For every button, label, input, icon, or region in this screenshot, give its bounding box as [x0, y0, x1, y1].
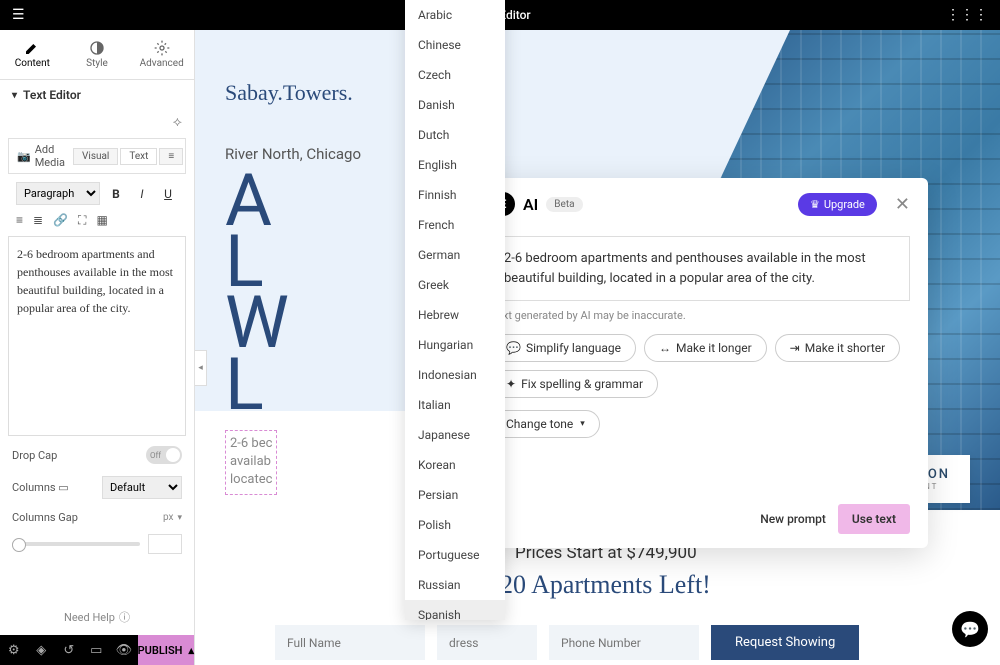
ai-text-output[interactable]: 2-6 bedroom apartments and penthouses av… — [491, 236, 910, 301]
change-tone-dropdown[interactable]: Change tone — [491, 410, 600, 438]
chat-icon[interactable]: 💬 — [952, 611, 988, 647]
language-option[interactable]: Polish — [405, 510, 505, 540]
make-shorter-pill[interactable]: ⇥ Make it shorter — [775, 334, 901, 362]
language-option[interactable]: Arabic — [405, 0, 505, 30]
phone-input[interactable] — [549, 625, 699, 660]
columns-select[interactable]: Default — [102, 476, 182, 499]
more-icon[interactable]: ▦ — [96, 213, 107, 228]
gap-slider[interactable] — [12, 542, 140, 546]
beta-badge: Beta — [546, 197, 582, 212]
list-ul-icon[interactable]: ≡ — [16, 213, 23, 228]
language-option[interactable]: Danish — [405, 90, 505, 120]
brand-title: Sabay.Towers. — [225, 80, 353, 106]
hero-text: ALWL — [225, 170, 285, 415]
pencil-icon — [24, 40, 40, 56]
preview-icon[interactable]: 👁 — [110, 635, 138, 665]
collapse-panel-button[interactable]: ◂ — [195, 350, 207, 386]
responsive-icon[interactable]: ▭ — [83, 635, 111, 665]
language-option[interactable]: Indonesian — [405, 360, 505, 390]
text-editor-body[interactable]: 2-6 bedroom apartments and penthouses av… — [8, 236, 186, 436]
language-list[interactable]: ArabicChineseCzechDanishDutchEnglishFinn… — [405, 0, 505, 620]
navigator-icon[interactable]: ◈ — [28, 635, 56, 665]
tab-content[interactable]: Content — [0, 30, 65, 79]
language-option[interactable]: Italian — [405, 390, 505, 420]
address-input[interactable] — [437, 625, 537, 660]
language-option[interactable]: Japanese — [405, 420, 505, 450]
columns-label: Columns ▭ — [12, 481, 102, 494]
gear-icon — [154, 40, 170, 56]
gap-value-input[interactable] — [148, 534, 182, 554]
italic-button[interactable]: I — [132, 187, 152, 201]
new-prompt-button[interactable]: New prompt — [760, 512, 826, 526]
text-tab[interactable]: Text — [120, 148, 157, 165]
visual-tab[interactable]: Visual — [73, 148, 118, 165]
dropcap-toggle[interactable]: Off — [146, 446, 182, 464]
bold-button[interactable]: B — [106, 187, 126, 201]
close-icon[interactable]: ✕ — [895, 194, 910, 215]
need-help-link[interactable]: Need Help ⓘ — [0, 599, 194, 635]
language-option[interactable]: English — [405, 150, 505, 180]
link-icon[interactable]: 🔗 — [53, 213, 68, 228]
paragraph-select[interactable]: Paragraph — [16, 182, 100, 205]
unit-label[interactable]: px — [163, 512, 174, 523]
history-icon[interactable]: ↺ — [55, 635, 83, 665]
language-option[interactable]: Dutch — [405, 120, 505, 150]
publish-button[interactable]: PUBLISH ▴ — [138, 635, 194, 665]
use-text-button[interactable]: Use text — [838, 504, 910, 534]
tab-advanced[interactable]: Advanced — [129, 30, 194, 79]
simplify-language-pill[interactable]: 💬 Simplify language — [491, 334, 636, 362]
editor-sidebar: Content Style Advanced Text Editor ⟡ 📷 A… — [0, 30, 195, 665]
ai-modal: E AI Beta ♛ Upgrade ✕ 2-6 bedroom apartm… — [473, 178, 928, 548]
language-option[interactable]: Russian — [405, 570, 505, 600]
request-showing-button[interactable]: Request Showing — [711, 625, 859, 660]
fix-spelling-pill[interactable]: ✦ Fix spelling & grammar — [491, 370, 658, 398]
settings-icon[interactable]: ⚙ — [0, 635, 28, 665]
name-input[interactable] — [275, 625, 425, 660]
list-ol-icon[interactable]: ≣ — [33, 213, 43, 228]
language-option[interactable]: German — [405, 240, 505, 270]
language-option[interactable]: French — [405, 210, 505, 240]
section-text-editor[interactable]: Text Editor — [0, 80, 194, 110]
language-dropdown: ArabicChineseCzechDanishDutchEnglishFinn… — [405, 0, 505, 620]
contrast-icon — [89, 40, 105, 56]
page-canvas: RICHARDSON DEVELOPMENT Sabay.Towers. Riv… — [195, 30, 1000, 665]
add-media-button[interactable]: 📷 Add Media — [17, 143, 65, 169]
underline-button[interactable]: U — [158, 187, 178, 201]
selected-text-widget[interactable]: 2-6 bec availab locatec — [225, 430, 277, 495]
fullscreen-icon[interactable]: ⛶ — [78, 213, 86, 228]
language-option[interactable]: Greek — [405, 270, 505, 300]
language-option[interactable]: Portuguese — [405, 540, 505, 570]
apps-icon[interactable]: ⋮⋮⋮ — [946, 7, 988, 23]
dropcap-label: Drop Cap — [12, 449, 146, 462]
columns-gap-label: Columns Gap — [12, 511, 163, 524]
make-longer-pill[interactable]: ↔ Make it longer — [644, 334, 767, 362]
language-option[interactable]: Korean — [405, 450, 505, 480]
language-option[interactable]: Persian — [405, 480, 505, 510]
tab-style[interactable]: Style — [65, 30, 130, 79]
toolbar-toggle-icon[interactable]: ≡ — [159, 148, 183, 165]
ai-disclaimer: Text generated by AI may be inaccurate. — [473, 309, 928, 322]
ai-title: AI — [523, 195, 538, 214]
apartments-left: 20 Apartments Left! — [500, 570, 711, 600]
language-option[interactable]: Finnish — [405, 180, 505, 210]
menu-icon[interactable]: ☰ — [12, 7, 25, 23]
language-option[interactable]: Hebrew — [405, 300, 505, 330]
language-option[interactable]: Hungarian — [405, 330, 505, 360]
upgrade-button[interactable]: ♛ Upgrade — [798, 193, 877, 216]
language-option[interactable]: Chinese — [405, 30, 505, 60]
language-option[interactable]: Spanish — [405, 600, 505, 620]
ai-sparkle-icon[interactable]: ⟡ — [173, 114, 182, 130]
language-option[interactable]: Czech — [405, 60, 505, 90]
